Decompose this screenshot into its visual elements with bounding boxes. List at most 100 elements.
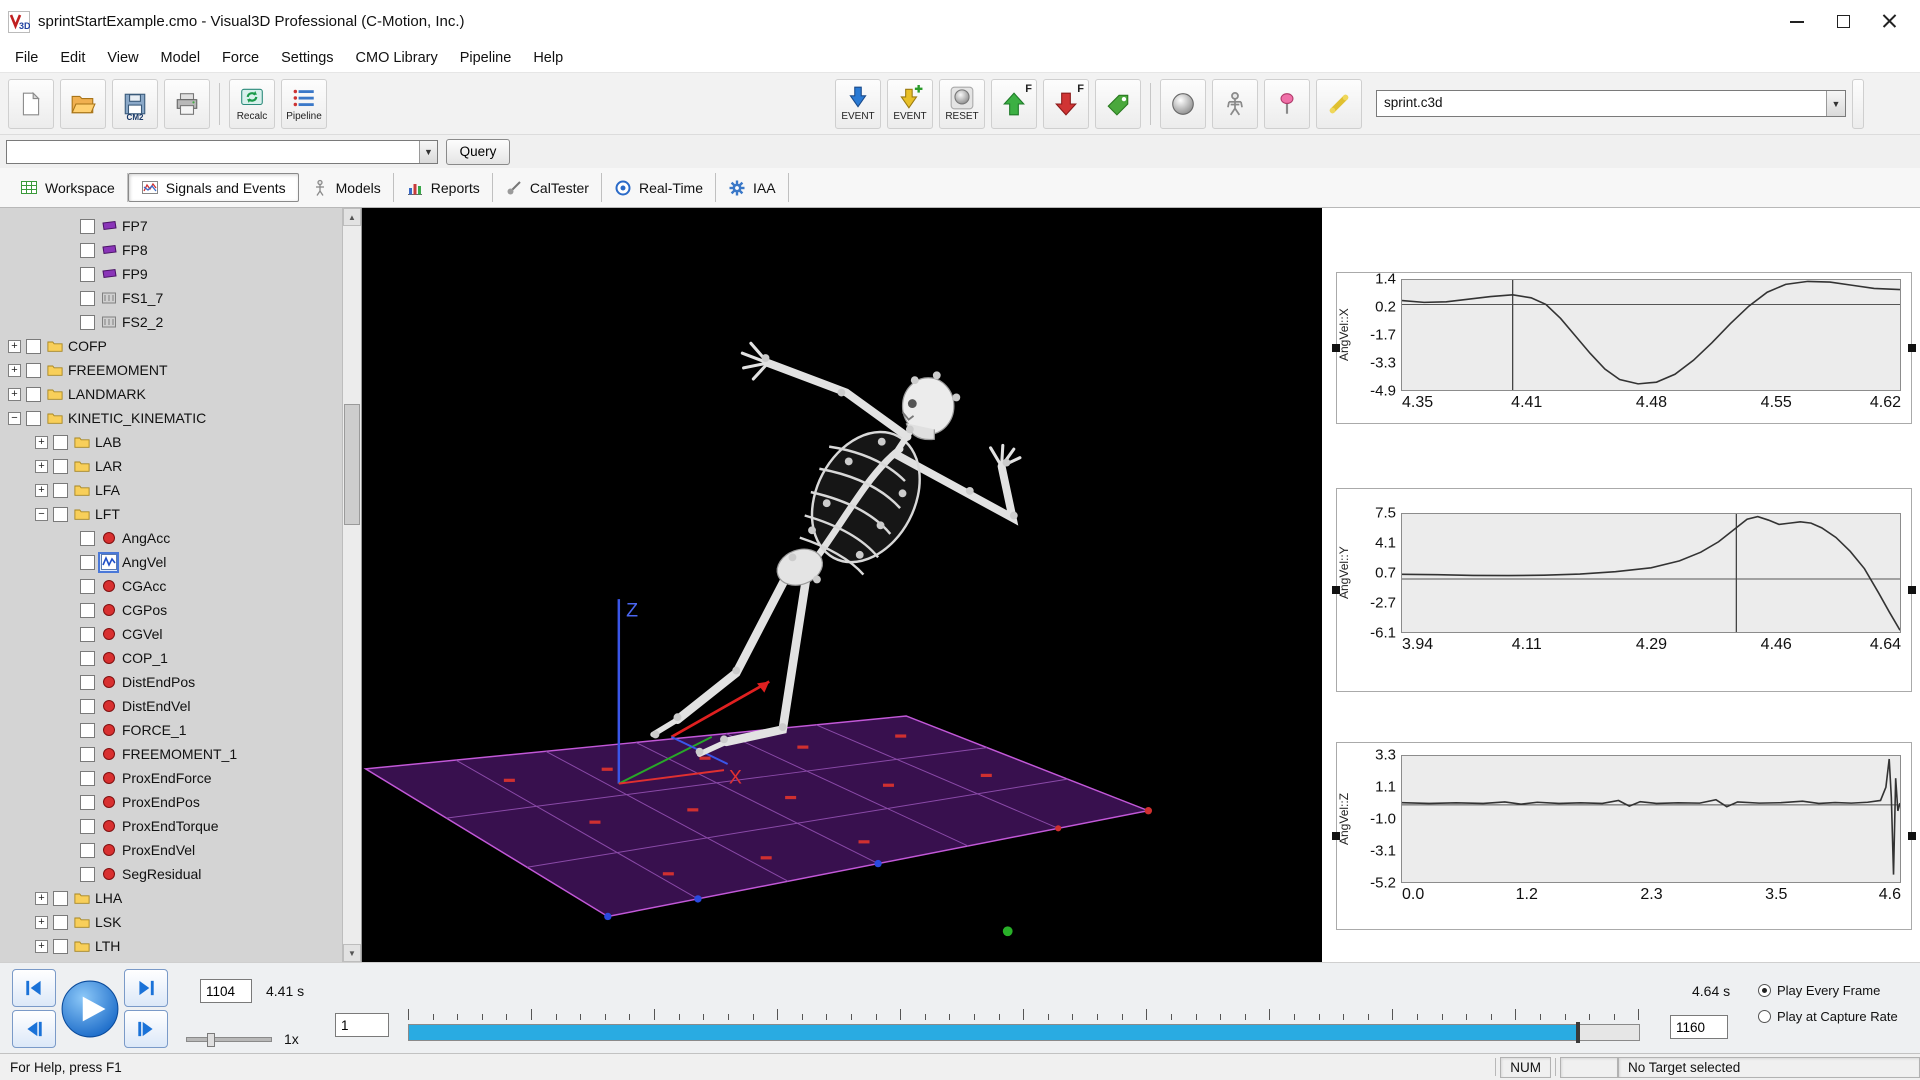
file-combobox[interactable]: sprint.c3d ▼ (1376, 90, 1846, 117)
checkbox[interactable] (80, 315, 95, 330)
marker-button[interactable] (1264, 79, 1310, 129)
chart-card-1[interactable]: AngVel::X1.40.2-1.7-3.3-4.94.354.414.484… (1336, 272, 1912, 424)
checkbox[interactable] (80, 219, 95, 234)
checkbox[interactable] (80, 795, 95, 810)
scroll-down-icon[interactable]: ▼ (343, 944, 361, 962)
tree-item-lth[interactable]: +LTH (0, 934, 342, 958)
checkbox[interactable] (80, 555, 95, 570)
chart-card-2[interactable]: AngVel::Y7.54.10.7-2.7-6.13.944.114.294.… (1336, 488, 1912, 692)
bone-button[interactable] (1316, 79, 1362, 129)
checkbox[interactable] (80, 531, 95, 546)
speed-slider-thumb[interactable] (207, 1033, 215, 1047)
expand-toggle-icon[interactable]: + (35, 460, 48, 473)
play-button[interactable] (59, 969, 121, 1048)
checkbox[interactable] (80, 603, 95, 618)
chart-card-3[interactable]: AngVel::Z3.31.1-1.0-3.1-5.20.01.22.33.54… (1336, 742, 1912, 930)
pipeline-button[interactable]: Pipeline (281, 79, 327, 129)
tree-item-force-1[interactable]: FORCE_1 (0, 718, 342, 742)
add-event-button[interactable]: EVENT (887, 79, 933, 129)
tab-signals-and-events[interactable]: Signals and Events (128, 173, 299, 202)
chart-plot-area[interactable] (1401, 279, 1901, 391)
tree-item-cgvel[interactable]: CGVel (0, 622, 342, 646)
tree-item-distendpos[interactable]: DistEndPos (0, 670, 342, 694)
sphere-button[interactable] (1160, 79, 1206, 129)
checkbox[interactable] (80, 291, 95, 306)
scroll-up-icon[interactable]: ▲ (343, 208, 361, 226)
tree-item-proxendtorque[interactable]: ProxEndTorque (0, 814, 342, 838)
print-button[interactable] (164, 79, 210, 129)
tab-workspace[interactable]: Workspace (8, 173, 128, 202)
radio-play-every-frame[interactable]: Play Every Frame (1758, 983, 1898, 998)
checkbox[interactable] (80, 867, 95, 882)
chart-resize-handle[interactable] (1908, 832, 1916, 840)
tab-models[interactable]: Models (299, 173, 394, 202)
expand-toggle-icon[interactable]: + (35, 484, 48, 497)
query-input[interactable] (7, 141, 419, 163)
force-tag-button[interactable] (1095, 79, 1141, 129)
tab-caltester[interactable]: CalTester (493, 173, 602, 202)
expand-toggle-icon[interactable]: + (35, 892, 48, 905)
viewport-3d[interactable]: Z X (362, 208, 1322, 962)
frame-step-input[interactable] (335, 1013, 389, 1037)
tree-item-proxendvel[interactable]: ProxEndVel (0, 838, 342, 862)
menu-view[interactable]: View (96, 46, 149, 70)
tree-item-fp7[interactable]: FP7 (0, 214, 342, 238)
checkbox[interactable] (80, 267, 95, 282)
expand-toggle-icon[interactable]: + (35, 940, 48, 953)
checkbox[interactable] (80, 675, 95, 690)
skeleton-button[interactable] (1212, 79, 1258, 129)
recalc-button[interactable]: Recalc (229, 79, 275, 129)
minimize-button[interactable] (1774, 5, 1820, 39)
menu-edit[interactable]: Edit (49, 46, 96, 70)
tree-item-fs1-7[interactable]: FS1_7 (0, 286, 342, 310)
tree-item-kinetic-kinematic[interactable]: −KINETIC_KINEMATIC (0, 406, 342, 430)
checkbox[interactable] (80, 651, 95, 666)
tree-item-proxendpos[interactable]: ProxEndPos (0, 790, 342, 814)
checkbox[interactable] (26, 387, 41, 402)
tree-item-lab[interactable]: +LAB (0, 430, 342, 454)
chart-plot-area[interactable] (1401, 755, 1901, 883)
expand-toggle-icon[interactable]: + (35, 916, 48, 929)
force-up-button[interactable]: F (991, 79, 1037, 129)
tab-iaa[interactable]: IAA (716, 173, 789, 202)
save-cmo-button[interactable]: CM2 (112, 79, 158, 129)
checkbox[interactable] (80, 819, 95, 834)
tree-item-lsk[interactable]: +LSK (0, 910, 342, 934)
checkbox[interactable] (80, 747, 95, 762)
checkbox[interactable] (80, 771, 95, 786)
expand-toggle-icon[interactable]: + (8, 340, 21, 353)
chart-resize-handle[interactable] (1908, 344, 1916, 352)
checkbox[interactable] (80, 723, 95, 738)
checkbox[interactable] (80, 627, 95, 642)
timeline-thumb[interactable] (1576, 1022, 1580, 1043)
collapse-toggle-icon[interactable]: − (35, 508, 48, 521)
chart-plot-area[interactable] (1401, 513, 1901, 633)
checkbox[interactable] (80, 243, 95, 258)
tree-item-lfa[interactable]: +LFA (0, 478, 342, 502)
expand-toggle-icon[interactable]: + (8, 388, 21, 401)
menu-file[interactable]: File (4, 46, 49, 70)
chart-resize-handle[interactable] (1908, 586, 1916, 594)
menu-help[interactable]: Help (522, 46, 574, 70)
tree-item-fp9[interactable]: FP9 (0, 262, 342, 286)
menu-model[interactable]: Model (150, 46, 212, 70)
maximize-button[interactable] (1820, 5, 1866, 39)
checkbox[interactable] (26, 339, 41, 354)
menu-pipeline[interactable]: Pipeline (449, 46, 523, 70)
query-button[interactable]: Query (446, 139, 510, 165)
tree-item-angvel[interactable]: AngVel (0, 550, 342, 574)
tree-scrollbar[interactable]: ▲ ▼ (342, 208, 361, 962)
reset-button[interactable]: RESET (939, 79, 985, 129)
tree-item-fs2-2[interactable]: FS2_2 (0, 310, 342, 334)
step-back-button[interactable] (12, 1010, 56, 1048)
menu-settings[interactable]: Settings (270, 46, 344, 70)
event-button[interactable]: EVENT (835, 79, 881, 129)
new-file-button[interactable] (8, 79, 54, 129)
chart-resize-handle[interactable] (1332, 586, 1340, 594)
menu-cmo-library[interactable]: CMO Library (345, 46, 449, 70)
tree-item-landmark[interactable]: +LANDMARK (0, 382, 342, 406)
checkbox[interactable] (80, 579, 95, 594)
skip-to-start-button[interactable] (12, 969, 56, 1007)
timeline-slider[interactable] (408, 1024, 1640, 1041)
open-file-button[interactable] (60, 79, 106, 129)
